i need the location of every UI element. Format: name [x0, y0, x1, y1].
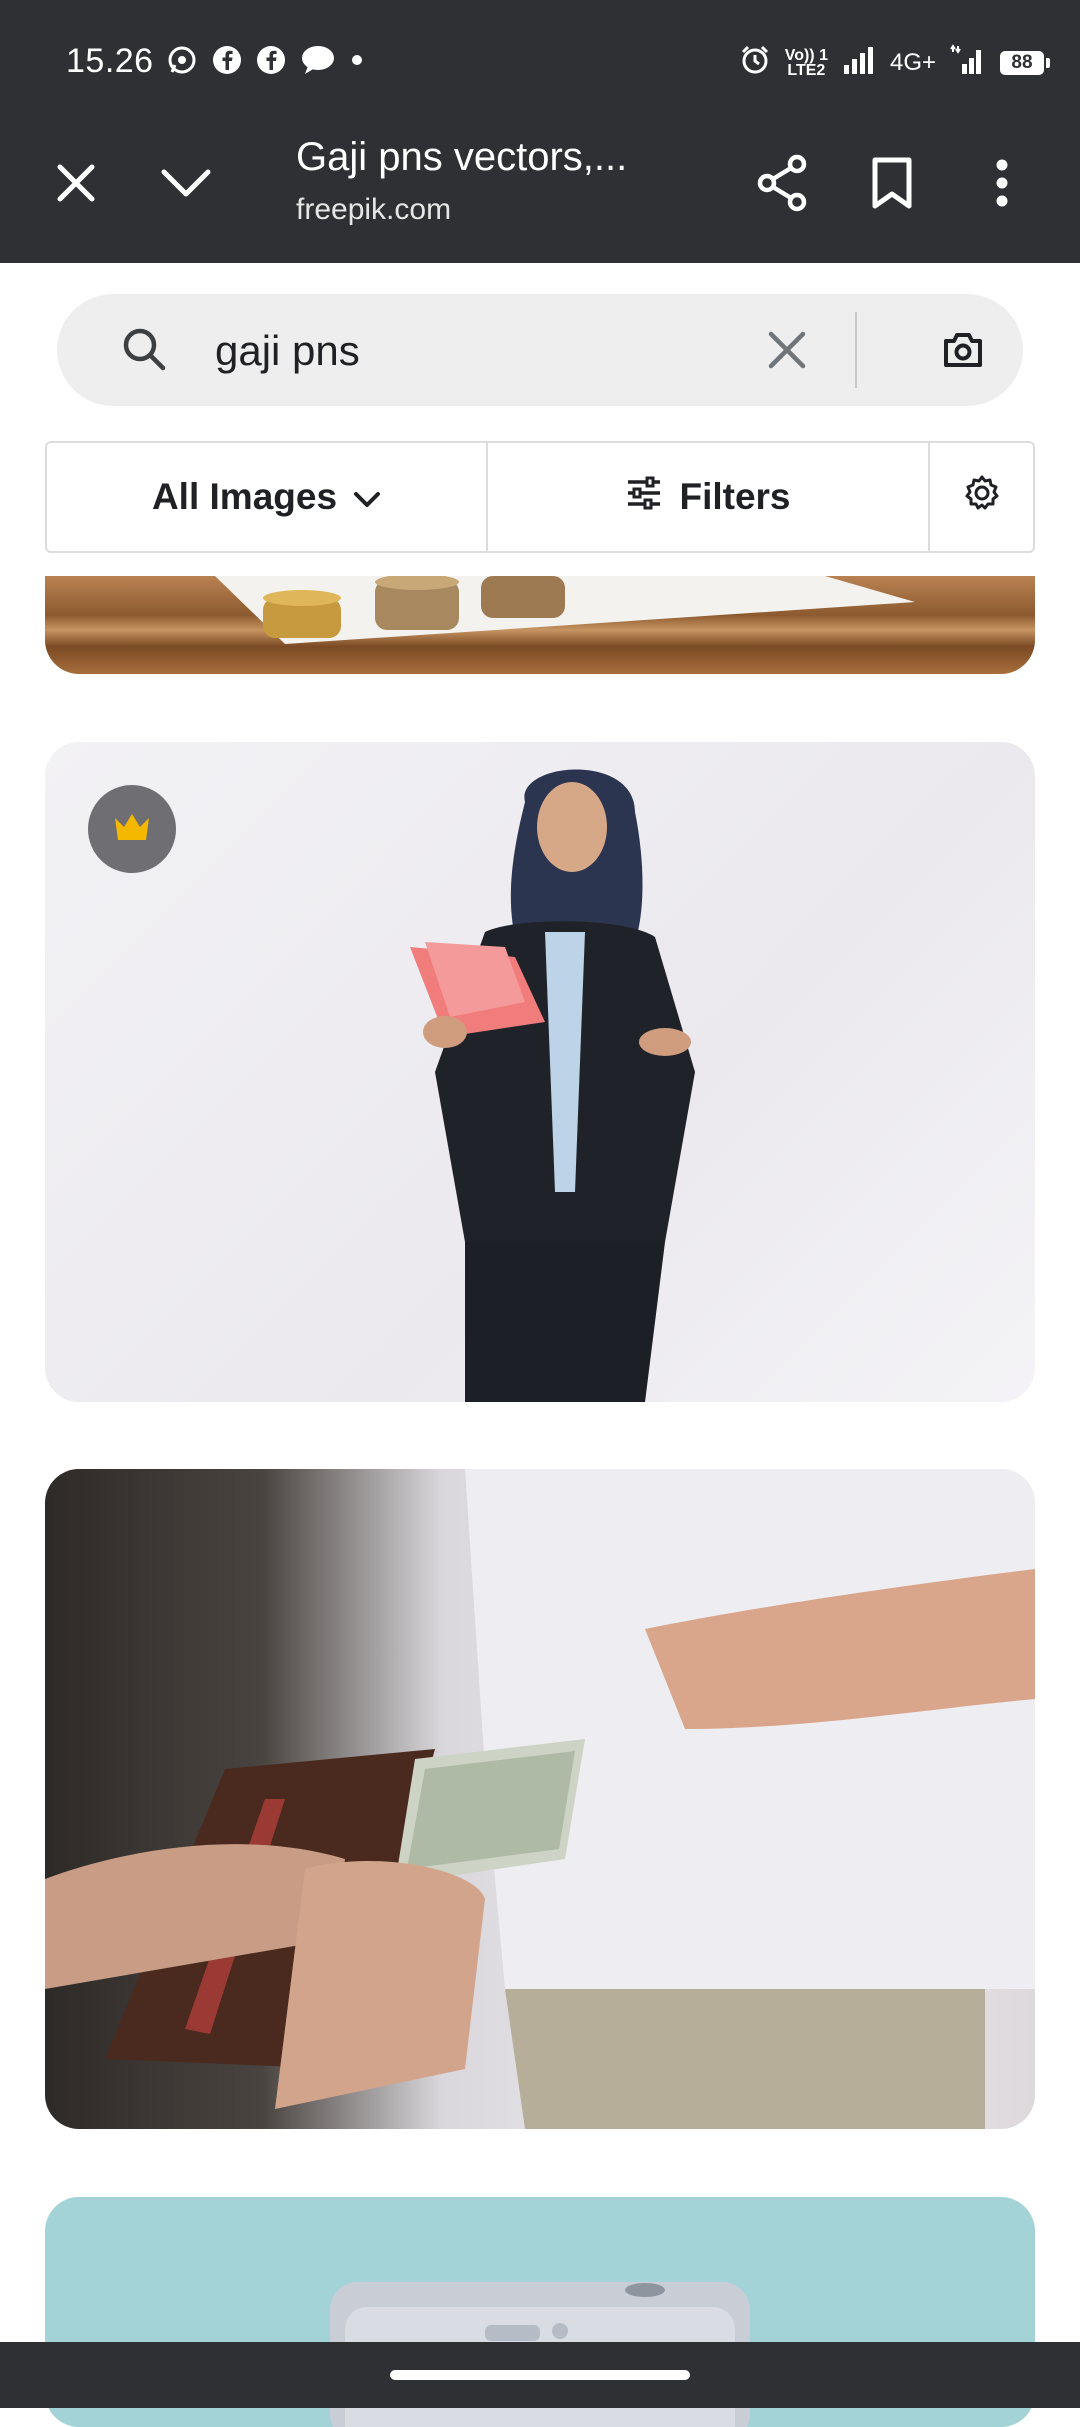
signal-2-icon — [950, 44, 986, 81]
minimize-button[interactable] — [146, 145, 226, 225]
share-button[interactable] — [742, 145, 822, 225]
page-title[interactable]: Gaji pns vectors,... — [296, 135, 627, 180]
search-divider — [855, 312, 857, 388]
settings-button[interactable] — [930, 443, 1033, 551]
bookmark-icon — [870, 156, 914, 215]
premium-badge — [88, 785, 176, 873]
crown-icon — [113, 812, 151, 847]
page-domain[interactable]: freepik.com — [296, 193, 451, 227]
money-exchange-image — [45, 1469, 1035, 2129]
facebook-icon — [212, 45, 242, 80]
all-images-dropdown[interactable]: All Images — [47, 443, 488, 551]
custom-tab-toolbar: Gaji pns vectors,... freepik.com — [0, 125, 1080, 263]
battery-indicator: 88 — [1000, 50, 1050, 75]
home-indicator[interactable] — [390, 2370, 690, 2380]
alarm-icon — [739, 44, 771, 81]
signal-icon — [842, 45, 876, 80]
notification-icons — [166, 44, 364, 81]
whatsapp-icon — [166, 44, 198, 81]
image-result-coins[interactable] — [45, 576, 1035, 674]
gesture-navigation-bar — [0, 2342, 1080, 2408]
chevron-down-icon — [160, 168, 212, 203]
chevron-down-icon — [353, 476, 381, 518]
system-icons: Vo)) 1 LTE2 4G+ 88 — [739, 44, 1050, 81]
coins-image — [215, 576, 915, 644]
camera-icon[interactable] — [933, 320, 993, 380]
status-bar: 15.26 Vo)) 1 LTE2 4G+ 88 — [0, 0, 1080, 125]
more-vert-icon — [995, 158, 1009, 213]
network-type-label: 4G+ — [889, 49, 936, 76]
image-result-money-exchange[interactable] — [45, 1469, 1035, 2129]
share-icon — [755, 154, 809, 217]
gear-icon — [963, 474, 1001, 521]
more-options-button[interactable] — [962, 145, 1042, 225]
facebook-icon — [256, 45, 286, 80]
chat-bubble-icon — [300, 44, 336, 81]
woman-holding-money-image — [410, 769, 695, 1402]
bookmark-button[interactable] — [852, 145, 932, 225]
status-time: 15.26 — [66, 42, 154, 80]
all-images-label: All Images — [151, 476, 338, 517]
lte-label: LTE2 — [787, 61, 826, 79]
search-icon[interactable] — [121, 326, 167, 377]
volte-indicator: Vo)) 1 LTE2 — [784, 46, 828, 79]
close-tab-button[interactable] — [36, 145, 116, 225]
close-icon — [54, 161, 98, 210]
clear-icon[interactable] — [757, 320, 817, 380]
search-bar[interactable] — [57, 294, 1023, 406]
search-input[interactable] — [213, 320, 777, 382]
dot-icon — [350, 53, 364, 72]
sliders-icon — [625, 476, 663, 519]
filter-row: All Images Filters — [45, 441, 1035, 553]
filters-label: Filters — [679, 476, 791, 517]
image-result-woman-money[interactable] — [45, 742, 1035, 1402]
volte-label: Vo)) 1 — [784, 46, 828, 64]
filters-button[interactable]: Filters — [488, 443, 930, 551]
